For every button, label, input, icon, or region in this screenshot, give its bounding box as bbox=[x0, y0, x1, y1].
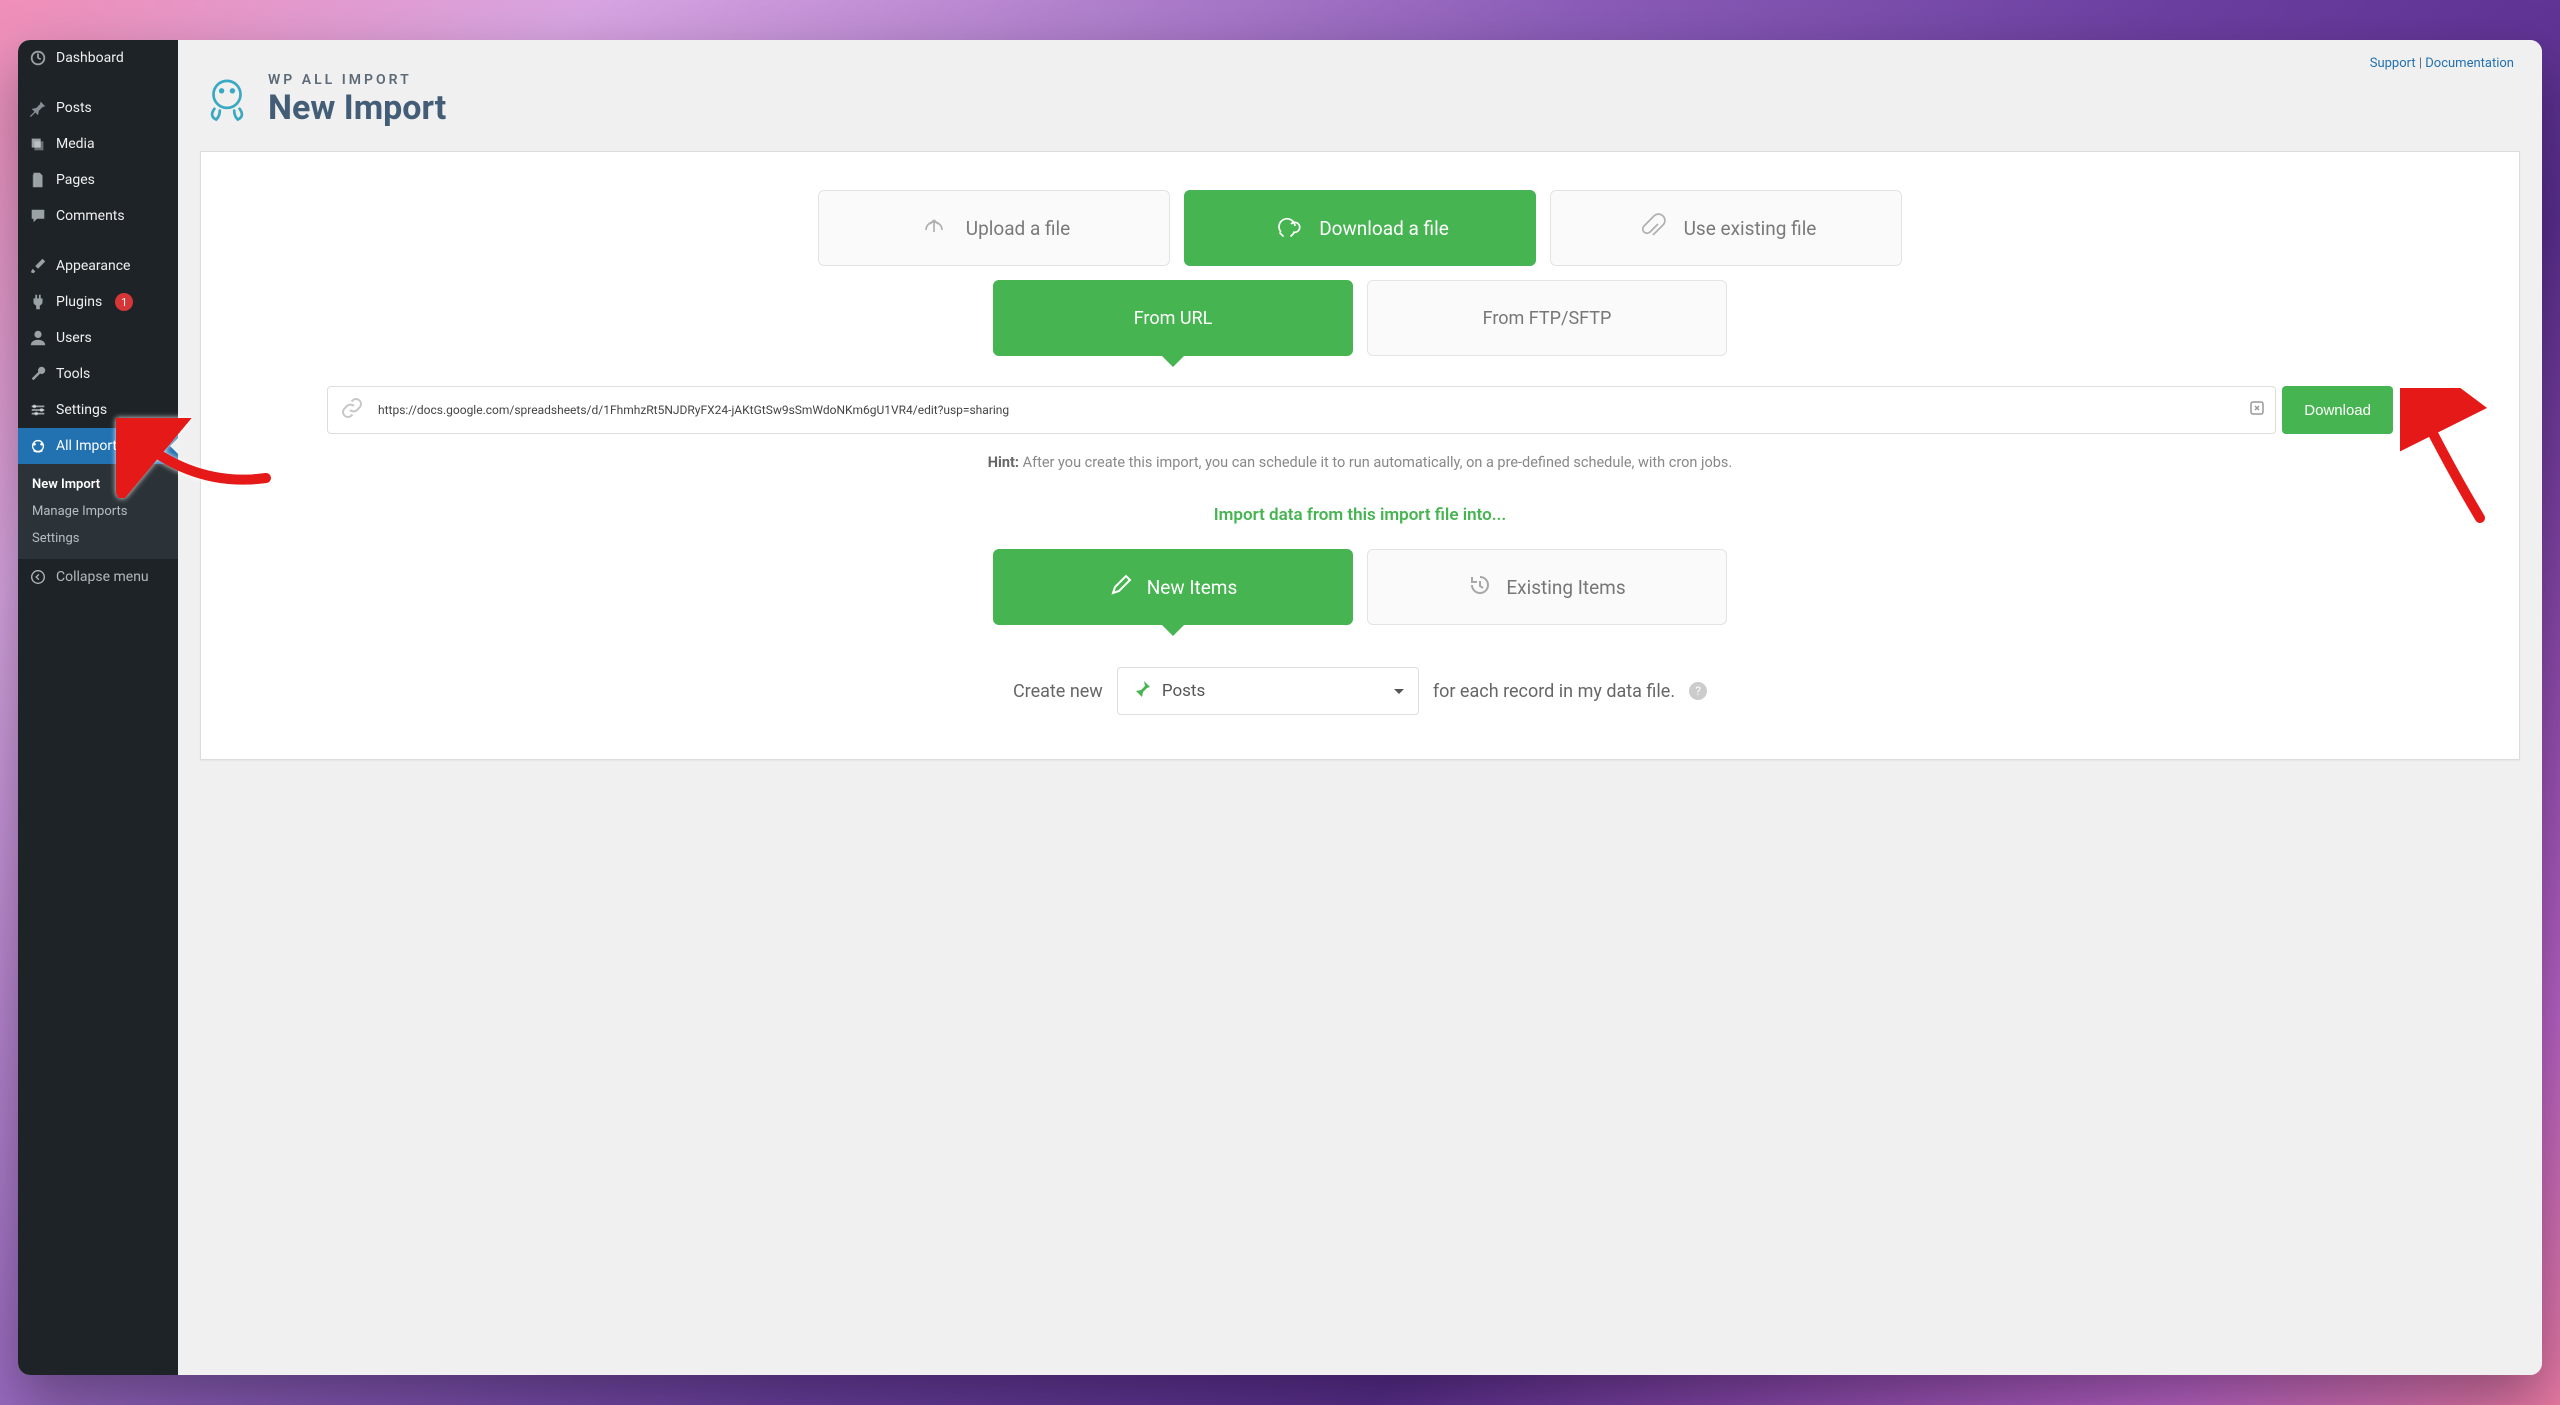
collapse-menu-button[interactable]: Collapse menu bbox=[18, 559, 178, 595]
sidebar-item-pages[interactable]: Pages bbox=[18, 162, 178, 198]
sidebar-item-label: Dashboard bbox=[56, 50, 124, 66]
submenu-new-import[interactable]: New Import bbox=[18, 471, 178, 498]
from-url-tab[interactable]: From URL bbox=[993, 280, 1353, 356]
sidebar-item-media[interactable]: Media bbox=[18, 126, 178, 162]
sidebar-item-label: Comments bbox=[56, 208, 125, 224]
sidebar-item-label: Settings bbox=[56, 402, 107, 418]
page-title: New Import bbox=[268, 89, 446, 128]
documentation-link[interactable]: Documentation bbox=[2425, 56, 2514, 71]
url-input-wrap bbox=[327, 386, 2276, 434]
url-input[interactable] bbox=[364, 403, 2249, 417]
sidebar-item-label: Posts bbox=[56, 100, 92, 116]
use-existing-file-button[interactable]: Use existing file bbox=[1550, 190, 1902, 266]
wpai-logo-icon bbox=[200, 71, 254, 129]
support-link[interactable]: Support bbox=[2370, 56, 2416, 71]
sidebar-item-label: Tools bbox=[56, 366, 90, 382]
url-input-row: Download bbox=[327, 386, 2393, 434]
source-label: Upload a file bbox=[966, 217, 1070, 240]
main-content: Support | Documentation WP ALL IMPORT Ne… bbox=[178, 40, 2542, 1375]
sidebar-item-posts[interactable]: Posts bbox=[18, 90, 178, 126]
sidebar-item-label: Media bbox=[56, 136, 95, 152]
post-type-select[interactable]: Posts bbox=[1117, 667, 1419, 715]
comments-icon bbox=[28, 206, 48, 226]
items-label: Existing Items bbox=[1506, 576, 1625, 599]
submenu-manage-imports[interactable]: Manage Imports bbox=[18, 498, 178, 525]
items-label: New Items bbox=[1147, 576, 1238, 599]
import-card: Upload a file Download a file Use existi… bbox=[200, 151, 2520, 760]
source-type-row: Upload a file Download a file Use existi… bbox=[257, 190, 2463, 266]
sidebar-submenu: New Import Manage Imports Settings bbox=[18, 464, 178, 559]
caret-down-icon bbox=[1394, 689, 1404, 694]
download-button[interactable]: Download bbox=[2282, 386, 2393, 434]
attachment-icon bbox=[1636, 210, 1668, 247]
sidebar-item-all-import[interactable]: All Import bbox=[18, 428, 178, 464]
download-file-button[interactable]: Download a file bbox=[1184, 190, 1536, 266]
sidebar-item-settings[interactable]: Settings bbox=[18, 392, 178, 428]
select-value: Posts bbox=[1162, 681, 1205, 701]
sidebar-item-tools[interactable]: Tools bbox=[18, 356, 178, 392]
sidebar-item-label: Pages bbox=[56, 172, 95, 188]
existing-items-button[interactable]: Existing Items bbox=[1367, 549, 1727, 625]
collapse-label: Collapse menu bbox=[56, 569, 149, 585]
dashboard-icon bbox=[28, 48, 48, 68]
wrench-icon bbox=[28, 364, 48, 384]
pin-icon bbox=[1132, 679, 1152, 704]
sidebar-item-label: All Import bbox=[56, 438, 117, 454]
create-new-row: Create new Posts for each record in my d… bbox=[257, 667, 2463, 715]
hint-body: After you create this import, you can sc… bbox=[1023, 454, 1733, 471]
sidebar-item-comments[interactable]: Comments bbox=[18, 198, 178, 234]
page-header: WP ALL IMPORT New Import bbox=[200, 71, 2520, 129]
download-cloud-icon bbox=[1271, 210, 1303, 247]
sidebar-item-label: Users bbox=[56, 330, 92, 346]
brush-icon bbox=[28, 256, 48, 276]
pages-icon bbox=[28, 170, 48, 190]
create-suffix: for each record in my data file. bbox=[1433, 681, 1675, 702]
download-tab-row: From URL From FTP/SFTP bbox=[257, 280, 2463, 356]
help-icon[interactable]: ? bbox=[1689, 682, 1707, 700]
hint-prefix: Hint: bbox=[988, 454, 1019, 471]
sliders-icon bbox=[28, 400, 48, 420]
new-items-button[interactable]: New Items bbox=[993, 549, 1353, 625]
update-badge: 1 bbox=[115, 293, 133, 311]
link-separator: | bbox=[2419, 56, 2422, 71]
all-import-icon bbox=[28, 436, 48, 456]
pin-icon bbox=[28, 98, 48, 118]
expand-icon[interactable] bbox=[2249, 400, 2265, 420]
top-links: Support | Documentation bbox=[200, 40, 2520, 71]
create-prefix: Create new bbox=[1013, 681, 1103, 702]
sidebar-item-dashboard[interactable]: Dashboard bbox=[18, 40, 178, 76]
tab-label: From URL bbox=[1134, 308, 1213, 329]
tab-label: From FTP/SFTP bbox=[1483, 308, 1612, 329]
sidebar-item-users[interactable]: Users bbox=[18, 320, 178, 356]
from-ftp-tab[interactable]: From FTP/SFTP bbox=[1367, 280, 1727, 356]
admin-sidebar: Dashboard Posts Media Pages Comments App… bbox=[18, 40, 178, 1375]
plug-icon bbox=[28, 292, 48, 312]
submenu-settings[interactable]: Settings bbox=[18, 525, 178, 552]
sidebar-item-plugins[interactable]: Plugins 1 bbox=[18, 284, 178, 320]
upload-icon bbox=[918, 210, 950, 247]
brand-label: WP ALL IMPORT bbox=[268, 72, 446, 88]
import-into-label: Import data from this import file into..… bbox=[257, 505, 2463, 525]
user-icon bbox=[28, 328, 48, 348]
collapse-icon bbox=[28, 567, 48, 587]
sidebar-item-label: Plugins bbox=[56, 294, 102, 310]
history-icon bbox=[1468, 573, 1492, 602]
upload-file-button[interactable]: Upload a file bbox=[818, 190, 1170, 266]
link-icon bbox=[340, 396, 364, 424]
source-label: Use existing file bbox=[1684, 217, 1817, 240]
items-mode-row: New Items Existing Items bbox=[257, 549, 2463, 625]
media-icon bbox=[28, 134, 48, 154]
sidebar-item-appearance[interactable]: Appearance bbox=[18, 248, 178, 284]
hint-text: Hint: After you create this import, you … bbox=[257, 454, 2463, 471]
source-label: Download a file bbox=[1319, 217, 1449, 240]
sidebar-item-label: Appearance bbox=[56, 258, 130, 274]
pencil-icon bbox=[1109, 573, 1133, 602]
